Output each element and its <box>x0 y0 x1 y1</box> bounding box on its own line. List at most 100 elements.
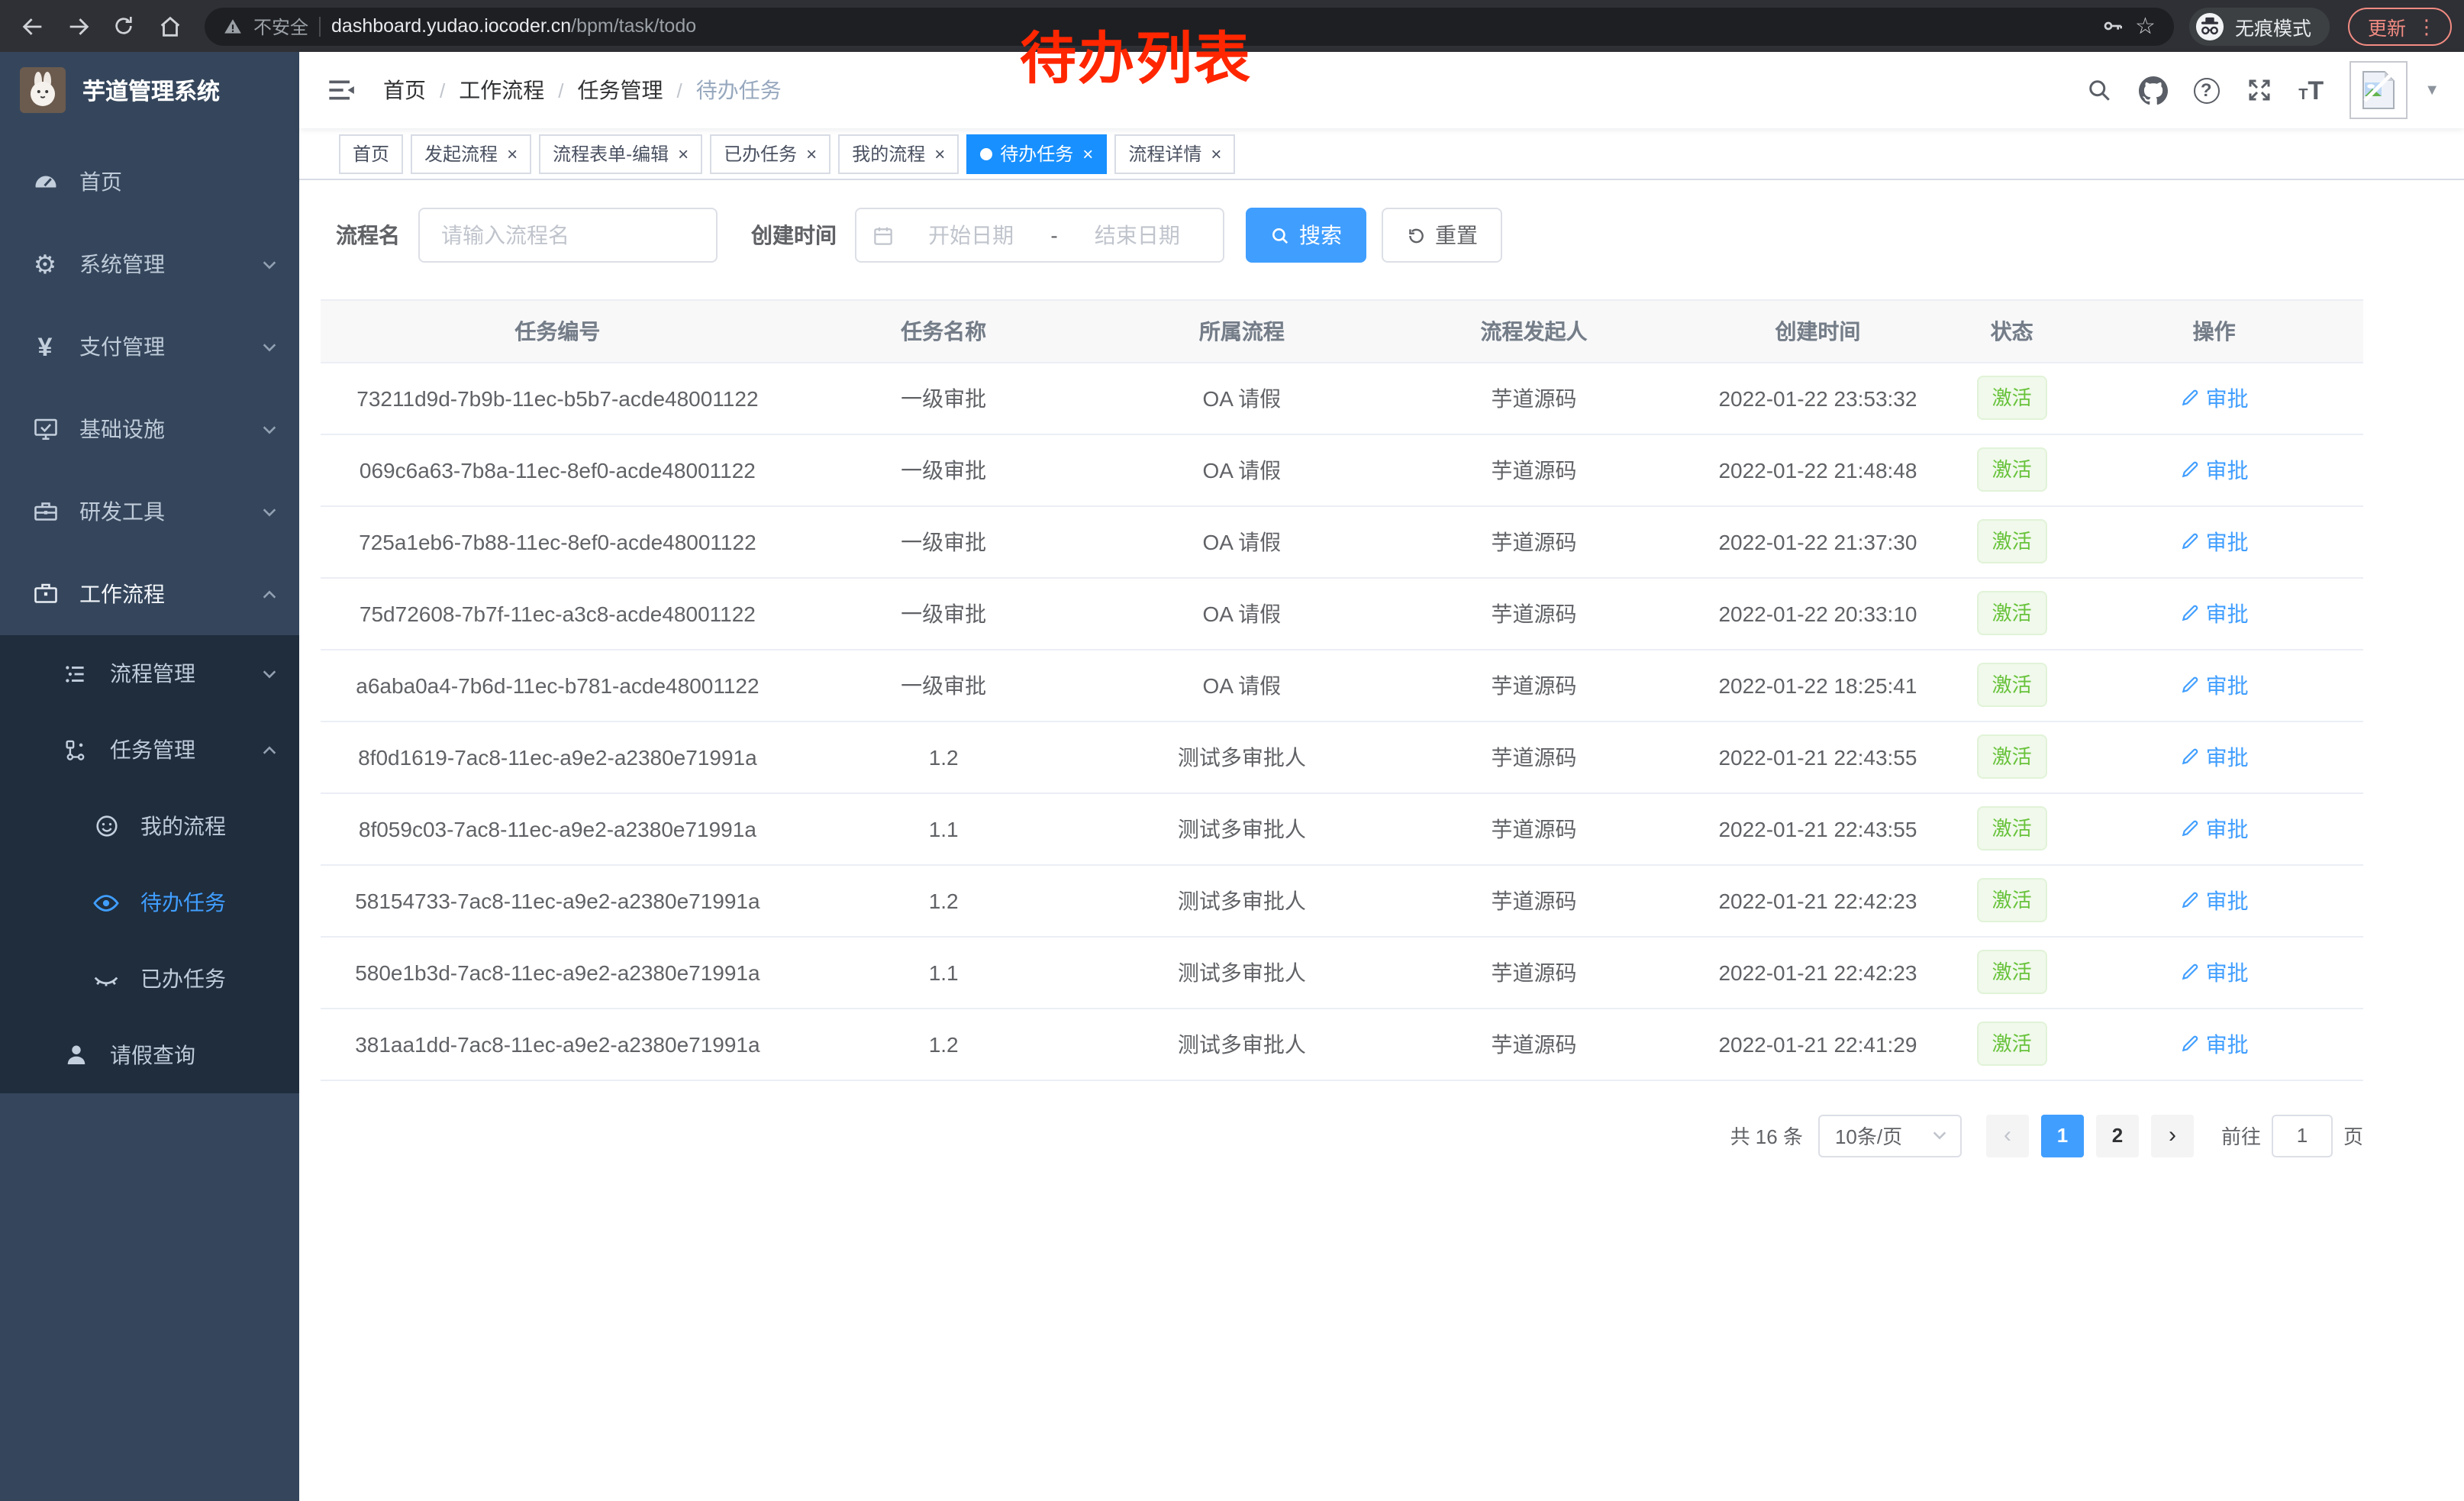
pagination-page-1[interactable]: 1 <box>2041 1114 2084 1157</box>
process-cell: 测试多审批人 <box>1093 721 1392 792</box>
sidebar-item-label: 首页 <box>79 166 278 197</box>
approve-link[interactable]: 审批 <box>2180 670 2249 700</box>
browser-reload-button[interactable] <box>104 6 144 46</box>
tab-close-icon[interactable]: × <box>1082 143 1093 164</box>
approve-link[interactable]: 审批 <box>2180 957 2249 987</box>
approve-label: 审批 <box>2206 885 2249 915</box>
pagination-next-button[interactable]: › <box>2151 1114 2194 1157</box>
pagination: 共 16 条 10条/页 ‹ 12 › 前往 页 <box>321 1114 2363 1157</box>
reset-button[interactable]: 重置 <box>1382 208 1502 263</box>
browser-forward-button[interactable] <box>58 6 98 46</box>
approve-link[interactable]: 审批 <box>2180 383 2249 413</box>
tab-close-icon[interactable]: × <box>1211 143 1221 164</box>
col-status: 状态 <box>1959 301 2065 362</box>
initiator-cell: 芋道源码 <box>1391 864 1677 936</box>
sidebar-item-payment[interactable]: ¥ 支付管理 <box>0 305 299 388</box>
page-jump-input[interactable] <box>2272 1114 2333 1157</box>
task-id-cell: 8f0d1619-7ac8-11ec-a9e2-a2380e71991a <box>321 721 795 792</box>
tab-close-icon[interactable]: × <box>678 143 689 164</box>
table-row: 8f059c03-7ac8-11ec-a9e2-a2380e71991a1.1测… <box>321 792 2363 864</box>
browser-menu-icon[interactable]: ⋮ <box>2417 16 2437 36</box>
sidebar-item-task-management[interactable]: 任务管理 <box>0 712 299 788</box>
browser-back-button[interactable] <box>12 6 52 46</box>
incognito-label: 无痕模式 <box>2235 11 2311 40</box>
tab-发起流程[interactable]: 发起流程× <box>411 134 531 173</box>
security-warning-icon[interactable] <box>223 16 243 36</box>
sidebar-item-leave-query[interactable]: 请假查询 <box>0 1017 299 1093</box>
status-badge: 激活 <box>1977 447 2047 492</box>
initiator-cell: 芋道源码 <box>1391 1008 1677 1080</box>
tab-流程表单-编辑[interactable]: 流程表单-编辑× <box>539 134 702 173</box>
tab-label: 流程详情 <box>1128 140 1201 166</box>
status-cell: 激活 <box>1959 505 2065 577</box>
sidebar-item-devtools[interactable]: 研发工具 <box>0 470 299 553</box>
bookmark-star-icon[interactable]: ☆ <box>2135 15 2156 37</box>
breadcrumb-workflow[interactable]: 工作流程 <box>459 75 544 105</box>
status-badge: 激活 <box>1977 878 2047 922</box>
sidebar-toggle[interactable] <box>327 75 357 105</box>
approve-link[interactable]: 审批 <box>2180 813 2249 844</box>
status-cell: 激活 <box>1959 434 2065 505</box>
approve-link[interactable]: 审批 <box>2180 741 2249 772</box>
process-name-input[interactable] <box>418 208 718 263</box>
process-cell: OA 请假 <box>1093 577 1392 649</box>
status-badge: 激活 <box>1977 376 2047 420</box>
font-size-icon[interactable]: TT <box>2298 77 2324 103</box>
tab-待办任务[interactable]: 待办任务× <box>966 134 1107 173</box>
app-logo[interactable]: 芋道管理系统 <box>0 52 299 128</box>
approve-link[interactable]: 审批 <box>2180 1028 2249 1059</box>
pagination-page-2[interactable]: 2 <box>2096 1114 2139 1157</box>
pagination-prev-button[interactable]: ‹ <box>1986 1114 2029 1157</box>
briefcase-icon <box>31 580 60 608</box>
tab-close-icon[interactable]: × <box>507 143 518 164</box>
approve-link[interactable]: 审批 <box>2180 454 2249 485</box>
created-cell: 2022-01-21 22:43:55 <box>1677 721 1959 792</box>
breadcrumb-task-management[interactable]: 任务管理 <box>578 75 663 105</box>
breadcrumb: 首页 / 工作流程 / 任务管理 / 待办任务 <box>383 75 782 105</box>
start-date-placeholder: 开始日期 <box>901 220 1041 250</box>
sidebar-item-my-processes[interactable]: 我的流程 <box>0 788 299 864</box>
sidebar-item-infrastructure[interactable]: 基础设施 <box>0 388 299 470</box>
action-cell: 审批 <box>2065 864 2363 936</box>
status-cell: 激活 <box>1959 577 2065 649</box>
tab-已办任务[interactable]: 已办任务× <box>710 134 830 173</box>
avatar-caret-icon[interactable]: ▼ <box>2424 82 2440 98</box>
sidebar-item-workflow[interactable]: 工作流程 <box>0 553 299 635</box>
task-name-cell: 一级审批 <box>795 505 1093 577</box>
sidebar-item-system[interactable]: ⚙ 系统管理 <box>0 223 299 305</box>
task-name-cell: 一级审批 <box>795 362 1093 434</box>
create-time-label: 创建时间 <box>751 220 837 250</box>
tab-close-icon[interactable]: × <box>934 143 945 164</box>
sidebar-item-process-management[interactable]: 流程管理 <box>0 635 299 712</box>
search-button[interactable]: 搜索 <box>1246 208 1366 263</box>
sidebar-item-home[interactable]: 首页 <box>0 140 299 223</box>
breadcrumb-home[interactable]: 首页 <box>383 75 426 105</box>
password-key-icon[interactable] <box>2100 14 2124 38</box>
tab-close-icon[interactable]: × <box>806 143 817 164</box>
search-icon[interactable] <box>2085 76 2112 104</box>
help-icon[interactable]: ? <box>2193 77 2219 103</box>
tab-我的流程[interactable]: 我的流程× <box>838 134 959 173</box>
github-icon[interactable] <box>2138 76 2167 105</box>
tab-流程详情[interactable]: 流程详情 × <box>1114 134 1235 173</box>
page-size-select[interactable]: 10条/页 <box>1818 1114 1962 1157</box>
initiator-cell: 芋道源码 <box>1391 362 1677 434</box>
status-cell: 激活 <box>1959 864 2065 936</box>
approve-link[interactable]: 审批 <box>2180 885 2249 915</box>
create-time-range-picker[interactable]: 开始日期 - 结束日期 <box>855 208 1224 263</box>
task-id-cell: 75d72608-7b7f-11ec-a3c8-acde48001122 <box>321 577 795 649</box>
sidebar-menu: 首页 ⚙ 系统管理 ¥ 支付管理 基础设施 <box>0 128 299 1093</box>
approve-link[interactable]: 审批 <box>2180 526 2249 557</box>
avatar[interactable] <box>2350 61 2408 119</box>
edit-pencil-icon <box>2180 818 2200 838</box>
browser-home-button[interactable] <box>150 6 189 46</box>
app-title: 芋道管理系统 <box>82 74 220 106</box>
approve-link[interactable]: 审批 <box>2180 598 2249 628</box>
goto-unit: 页 <box>2343 1121 2363 1150</box>
fullscreen-icon[interactable] <box>2245 76 2272 104</box>
address-bar[interactable]: 不安全 dashboard.yudao.iocoder.cn/bpm/task/… <box>205 7 2174 45</box>
browser-update-button[interactable]: 更新 ⋮ <box>2348 7 2452 45</box>
tab-首页[interactable]: 首页 <box>339 134 403 173</box>
sidebar-item-done-tasks[interactable]: 已办任务 <box>0 941 299 1017</box>
sidebar-item-todo-tasks[interactable]: 待办任务 <box>0 864 299 941</box>
